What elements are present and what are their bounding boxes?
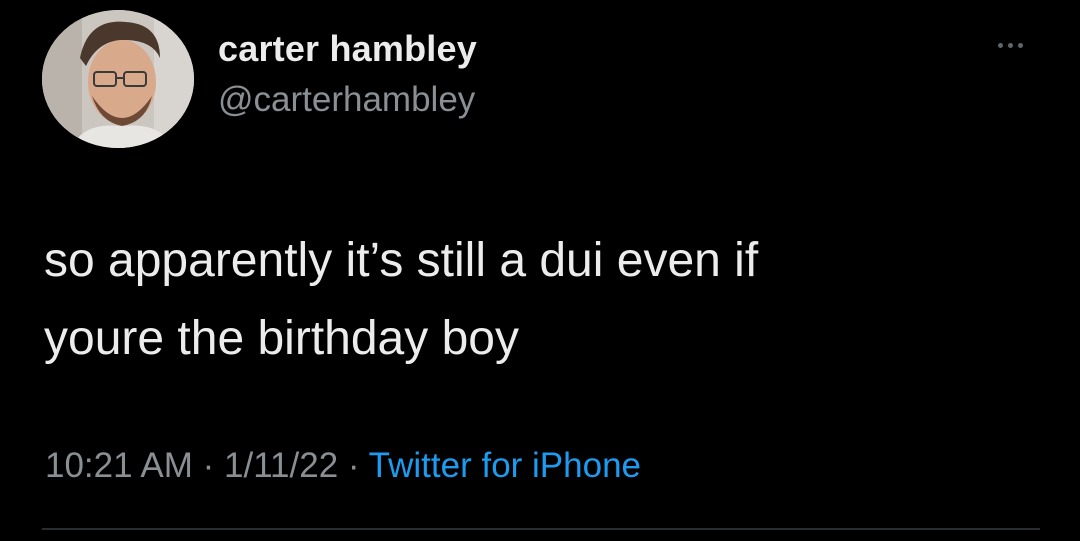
- more-dot: [1007, 42, 1013, 48]
- more-dot: [1017, 42, 1023, 48]
- divider: [42, 528, 1040, 530]
- author-display-name[interactable]: carter hambley: [218, 28, 477, 70]
- tweet-meta: 10:21 AM · 1/11/22 · Twitter for iPhone: [45, 446, 641, 486]
- tweet-source-link[interactable]: Twitter for iPhone: [369, 446, 641, 485]
- meta-separator: ·: [192, 446, 224, 485]
- avatar-photo-icon: [42, 10, 194, 148]
- meta-separator: ·: [338, 446, 369, 485]
- avatar[interactable]: [42, 10, 194, 148]
- tweet-text: so apparently it’s still a dui even if y…: [44, 234, 759, 365]
- author-handle[interactable]: @carterhambley: [218, 80, 475, 120]
- more-dot: [997, 42, 1003, 48]
- tweet-card: carter hambley @carterhambley so apparen…: [0, 0, 1080, 541]
- tweet-time[interactable]: 10:21 AM: [45, 446, 193, 485]
- more-options-icon[interactable]: [984, 32, 1036, 58]
- tweet-date[interactable]: 1/11/22: [224, 446, 338, 485]
